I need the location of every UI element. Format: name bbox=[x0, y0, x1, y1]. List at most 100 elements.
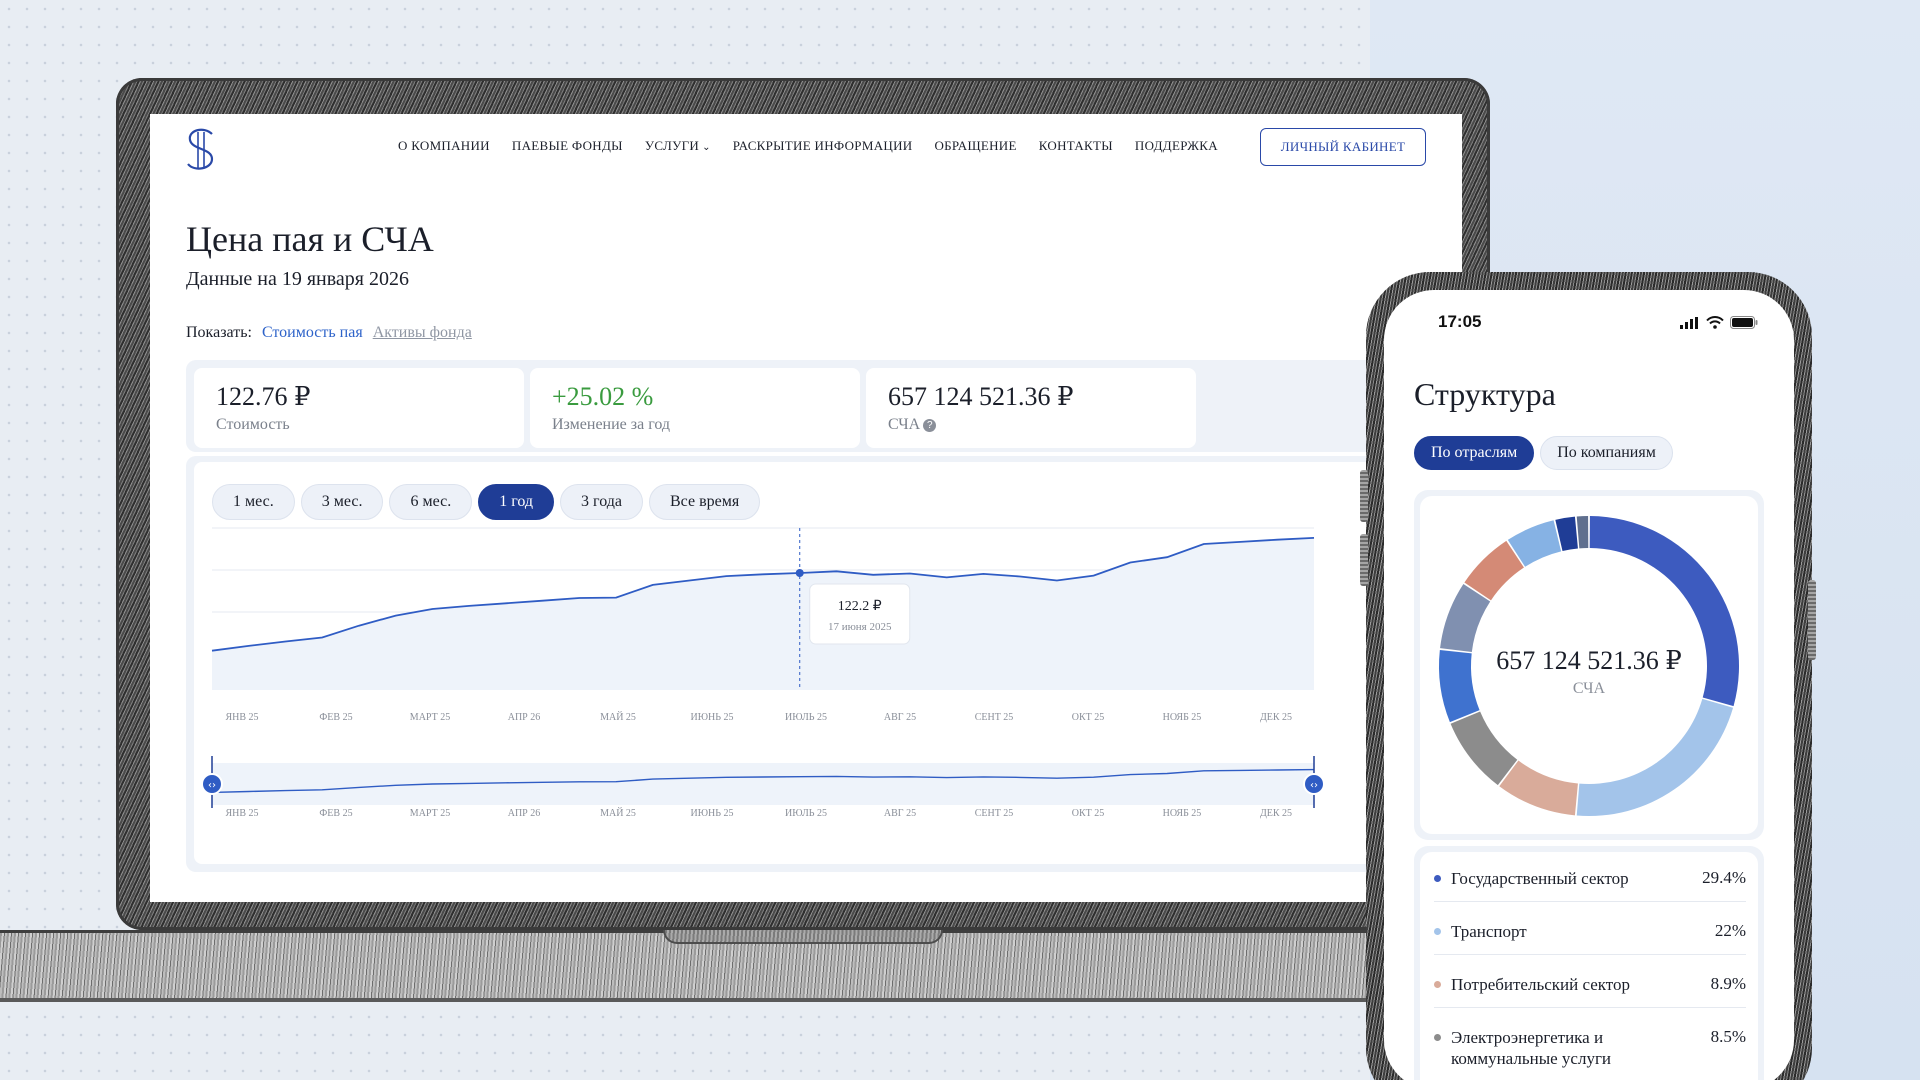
battery-icon bbox=[1730, 316, 1758, 329]
status-icons bbox=[1680, 316, 1758, 329]
stat-nav-label-row: СЧА? bbox=[888, 416, 1174, 434]
structure-legend-card: Государственный сектор 29.4% Транспорт 2… bbox=[1414, 846, 1764, 1080]
page-title: Цена пая и СЧА bbox=[186, 219, 434, 259]
donut-total-value: 657 124 521.36 ₽ bbox=[1496, 646, 1682, 675]
nav-item-services[interactable]: УСЛУГИ ⌄ bbox=[645, 138, 711, 154]
structure-legend: Государственный сектор 29.4% Транспорт 2… bbox=[1420, 852, 1758, 1080]
navigator-x-tick-label: ДЕК 25 bbox=[1260, 808, 1292, 819]
logo-icon[interactable] bbox=[184, 128, 218, 172]
chart-x-tick-label: МАЙ 25 bbox=[600, 711, 636, 723]
legend-name: Транспорт bbox=[1451, 922, 1527, 941]
chart-x-tick-label: ДЕК 25 bbox=[1260, 712, 1292, 723]
cellular-signal-icon bbox=[1680, 317, 1698, 329]
legend-dot bbox=[1434, 981, 1441, 988]
phone-power-button bbox=[1808, 580, 1816, 660]
tab-by-company[interactable]: По компаниям bbox=[1540, 436, 1673, 470]
nav-item-disclosure[interactable]: РАСКРЫТИЕ ИНФОРМАЦИИ bbox=[733, 138, 913, 154]
navigator-x-tick-label: МАЙ 25 bbox=[600, 807, 636, 819]
phone-volume-up-button bbox=[1360, 470, 1368, 522]
navigator-x-tick-label: ИЮНЬ 25 bbox=[691, 808, 734, 819]
stat-change-label: Изменение за год bbox=[552, 416, 671, 433]
legend-name: Государственный сектор bbox=[1451, 869, 1629, 888]
stat-price-label: Стоимость bbox=[216, 416, 290, 433]
chart-inner: 1 мес. 3 мес. 6 мес. 1 год 3 года Все вр… bbox=[194, 462, 1462, 864]
legend-dot bbox=[1434, 875, 1441, 882]
donut-segment[interactable] bbox=[1589, 516, 1740, 707]
nav-item-appeal[interactable]: ОБРАЩЕНИЕ bbox=[934, 138, 1016, 154]
chart-highlight-point bbox=[795, 569, 804, 578]
show-switcher: Показать: Стоимость пая Активы фонда bbox=[186, 324, 472, 342]
nav-item-contacts[interactable]: КОНТАКТЫ bbox=[1039, 138, 1113, 154]
donut-segment[interactable] bbox=[1499, 760, 1578, 816]
nav-item-about[interactable]: О КОМПАНИИ bbox=[398, 138, 490, 154]
price-line-chart[interactable]: 122.2 ₽ 17 июня 2025 ЯНВ 25 ЯНВ 25 ФЕВ 25 ФЕВ… bbox=[194, 462, 1354, 864]
legend-percent: 22% bbox=[1714, 921, 1746, 940]
donut-card: 657 124 521.36 ₽ СЧА bbox=[1414, 490, 1764, 840]
chart-x-tick-label: СЕНТ 25 bbox=[975, 712, 1014, 723]
chart-x-tick-label: ИЮНЬ 25 bbox=[691, 712, 734, 723]
legend-percent: 8.5% bbox=[1710, 1027, 1746, 1046]
main-nav: О КОМПАНИИ ПАЕВЫЕ ФОНДЫ УСЛУГИ ⌄ РАСКРЫТИ… bbox=[398, 138, 1240, 154]
drag-arrows-icon: ‹› bbox=[208, 780, 216, 791]
chart-tooltip-value: 122.2 ₽ bbox=[838, 599, 882, 614]
legend-name: Электроэнергетика и коммунальные услуги bbox=[1451, 1028, 1612, 1069]
laptop-notch bbox=[663, 930, 943, 944]
navigator-x-tick-label: АВГ 25 bbox=[884, 808, 916, 819]
chart-x-tick-label: ФЕВ 25 bbox=[319, 712, 352, 723]
navigator-x-tick-label: СЕНТ 25 bbox=[975, 808, 1014, 819]
stat-price-value: 122.76 ₽ bbox=[216, 382, 311, 411]
donut-segment[interactable] bbox=[1576, 516, 1589, 549]
chart-x-tick-label: ОКТ 25 bbox=[1072, 712, 1105, 723]
legend-percent: 29.4% bbox=[1702, 868, 1746, 887]
legend-percent: 8.9% bbox=[1710, 974, 1746, 993]
legend-row[interactable]: Государственный сектор 29.4% bbox=[1434, 868, 1746, 903]
legend-row[interactable]: Потребительский сектор 8.9% bbox=[1434, 974, 1746, 1009]
donut-segment[interactable] bbox=[1450, 711, 1518, 786]
laptop-screen: О КОМПАНИИ ПАЕВЫЕ ФОНДЫ УСЛУГИ ⌄ РАСКРЫТИ… bbox=[150, 114, 1462, 902]
donut-segment[interactable] bbox=[1576, 698, 1734, 817]
status-time: 17:05 bbox=[1438, 312, 1482, 331]
page-subtitle: Данные на 19 января 2026 bbox=[186, 268, 409, 290]
question-icon[interactable]: ? bbox=[923, 419, 937, 432]
chevron-down-icon: ⌄ bbox=[702, 142, 711, 153]
stat-price-card: 122.76 ₽ Стоимость bbox=[194, 368, 524, 448]
structure-tabs: По отраслям По компаниям bbox=[1414, 436, 1673, 470]
stat-nav-label: СЧА bbox=[888, 416, 921, 433]
chart-card: 1 мес. 3 мес. 6 мес. 1 год 3 года Все вр… bbox=[186, 456, 1462, 872]
nav-item-support[interactable]: ПОДДЕРЖКА bbox=[1135, 138, 1218, 154]
show-option-fund-assets[interactable]: Активы фонда bbox=[373, 324, 472, 342]
stat-change-value: +25.02 % bbox=[552, 382, 654, 411]
navigator-x-tick-label: НОЯБ 25 bbox=[1163, 808, 1202, 819]
chart-x-tick-label: АВГ 25 bbox=[884, 712, 916, 723]
personal-account-button[interactable]: ЛИЧНЫЙ КАБИНЕТ bbox=[1260, 128, 1426, 166]
chart-x-tick-label: МАРТ 25 bbox=[410, 712, 450, 723]
chart-tooltip bbox=[809, 583, 911, 645]
nav-item-funds[interactable]: ПАЕВЫЕ ФОНДЫ bbox=[512, 138, 623, 154]
drag-arrows-icon: ‹› bbox=[1310, 780, 1318, 791]
navigator-x-tick-label: ФЕВ 25 bbox=[319, 808, 352, 819]
show-option-unit-price[interactable]: Стоимость пая bbox=[262, 324, 363, 342]
navigator-x-tick-label: ИЮЛЬ 25 bbox=[785, 808, 827, 819]
navigator-x-tick-label: ЯНВ 25 bbox=[225, 808, 258, 819]
chart-tooltip-date: 17 июня 2025 bbox=[828, 621, 892, 633]
navigator-x-tick-label: АПР 26 bbox=[508, 808, 541, 819]
stats-panel: 122.76 ₽ Стоимость +25.02 % Изменение за… bbox=[186, 360, 1462, 452]
navigator-x-tick-label: МАРТ 25 bbox=[410, 808, 450, 819]
phone-screen: 17:05 Структура По отраслям По компаниям… bbox=[1384, 290, 1794, 1080]
legend-row[interactable]: Электроэнергетика и коммунальные услуги … bbox=[1434, 1027, 1746, 1080]
legend-name: Потребительский сектор bbox=[1451, 975, 1630, 994]
legend-dot bbox=[1434, 928, 1441, 935]
tab-by-sector[interactable]: По отраслям bbox=[1414, 436, 1535, 470]
navigator-x-tick-label: ОКТ 25 bbox=[1072, 808, 1105, 819]
donut-total-label: СЧА bbox=[1572, 680, 1606, 697]
structure-title: Структура bbox=[1414, 376, 1556, 412]
stat-nav-value: 657 124 521.36 ₽ bbox=[888, 382, 1074, 411]
nav-item-services-label: УСЛУГИ bbox=[644, 138, 700, 153]
wifi-icon bbox=[1706, 316, 1724, 329]
legend-dot bbox=[1434, 1034, 1441, 1041]
navigator-track bbox=[212, 763, 1314, 805]
show-label: Показать: bbox=[186, 324, 252, 341]
phone-volume-down-button bbox=[1360, 534, 1368, 586]
legend-row[interactable]: Транспорт 22% bbox=[1434, 921, 1746, 956]
stat-nav-card: 657 124 521.36 ₽ СЧА? bbox=[866, 368, 1196, 448]
